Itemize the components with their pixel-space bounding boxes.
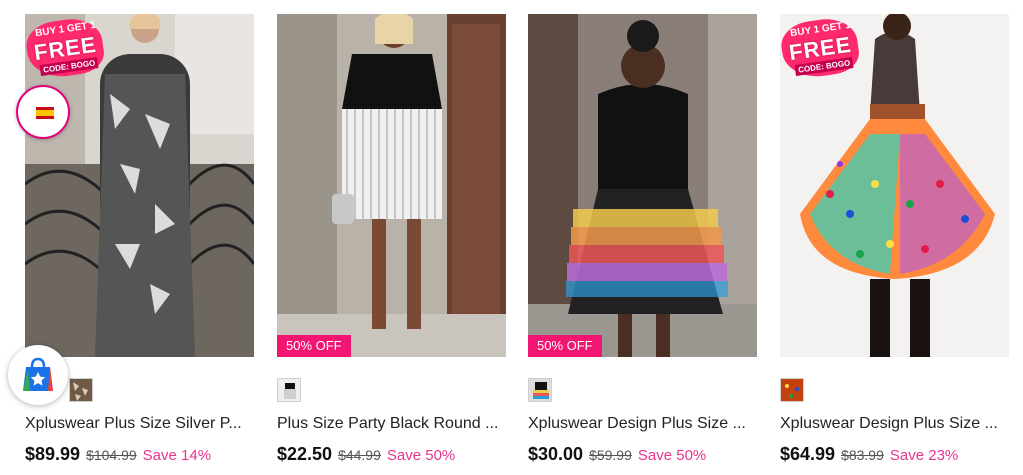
price-row: $30.00 $59.99 Save 50% <box>528 444 706 465</box>
original-price: $83.99 <box>841 447 884 463</box>
product-photo-rainbow-tutu-dress <box>528 14 757 357</box>
product-grid: BUY 1 GET 1 FREE CODE: BOGO Xpluswear Pl… <box>0 0 1023 475</box>
product-card[interactable]: BUY 1 GET 1 FREE CODE: BOGO Xpluswear De… <box>780 0 1009 475</box>
sale-price: $89.99 <box>25 444 81 464</box>
sale-price: $22.50 <box>277 444 333 464</box>
shopping-bag-star-icon <box>23 357 53 391</box>
color-swatch[interactable] <box>69 378 93 402</box>
color-swatch[interactable] <box>780 378 804 402</box>
discount-badge: 50% OFF <box>528 335 602 357</box>
save-percent: Save 23% <box>889 447 959 464</box>
save-percent: Save 50% <box>637 447 707 464</box>
product-card[interactable]: 50% OFF Xpluswear Design Plus Size ... $… <box>528 0 757 475</box>
product-card[interactable]: 50% OFF Plus Size Party Black Round ... … <box>277 0 506 475</box>
product-title[interactable]: Plus Size Party Black Round ... <box>277 415 506 433</box>
original-price: $104.99 <box>86 447 137 463</box>
color-swatch[interactable] <box>528 378 552 402</box>
original-price: $44.99 <box>338 447 381 463</box>
product-image[interactable]: BUY 1 GET 1 FREE CODE: BOGO <box>25 14 254 357</box>
price-row: $22.50 $44.99 Save 50% <box>277 444 455 465</box>
product-photo-fringe-dress <box>277 14 506 357</box>
spain-flag-icon <box>36 107 54 119</box>
price-row: $64.99 $83.99 Save 23% <box>780 444 958 465</box>
sale-price: $64.99 <box>780 444 836 464</box>
sale-price: $30.00 <box>528 444 584 464</box>
save-percent: Save 14% <box>142 447 212 464</box>
price-row: $89.99 $104.99 Save 14% <box>25 444 211 465</box>
color-swatch[interactable] <box>277 378 301 402</box>
shopping-bag-button[interactable] <box>8 345 68 405</box>
region-flag-button[interactable] <box>16 85 70 139</box>
product-image[interactable]: 50% OFF <box>528 14 757 357</box>
product-title[interactable]: Xpluswear Plus Size Silver P... <box>25 415 254 433</box>
product-image[interactable]: 50% OFF <box>277 14 506 357</box>
product-title[interactable]: Xpluswear Design Plus Size ... <box>780 415 1009 433</box>
save-percent: Save 50% <box>386 447 456 464</box>
product-title[interactable]: Xpluswear Design Plus Size ... <box>528 415 757 433</box>
bogo-promo-badge: BUY 1 GET 1 FREE CODE: BOGO <box>25 14 107 82</box>
original-price: $59.99 <box>589 447 632 463</box>
product-image[interactable]: BUY 1 GET 1 FREE CODE: BOGO <box>780 14 1009 357</box>
bogo-promo-badge: BUY 1 GET 1 FREE CODE: BOGO <box>780 14 862 82</box>
discount-badge: 50% OFF <box>277 335 351 357</box>
